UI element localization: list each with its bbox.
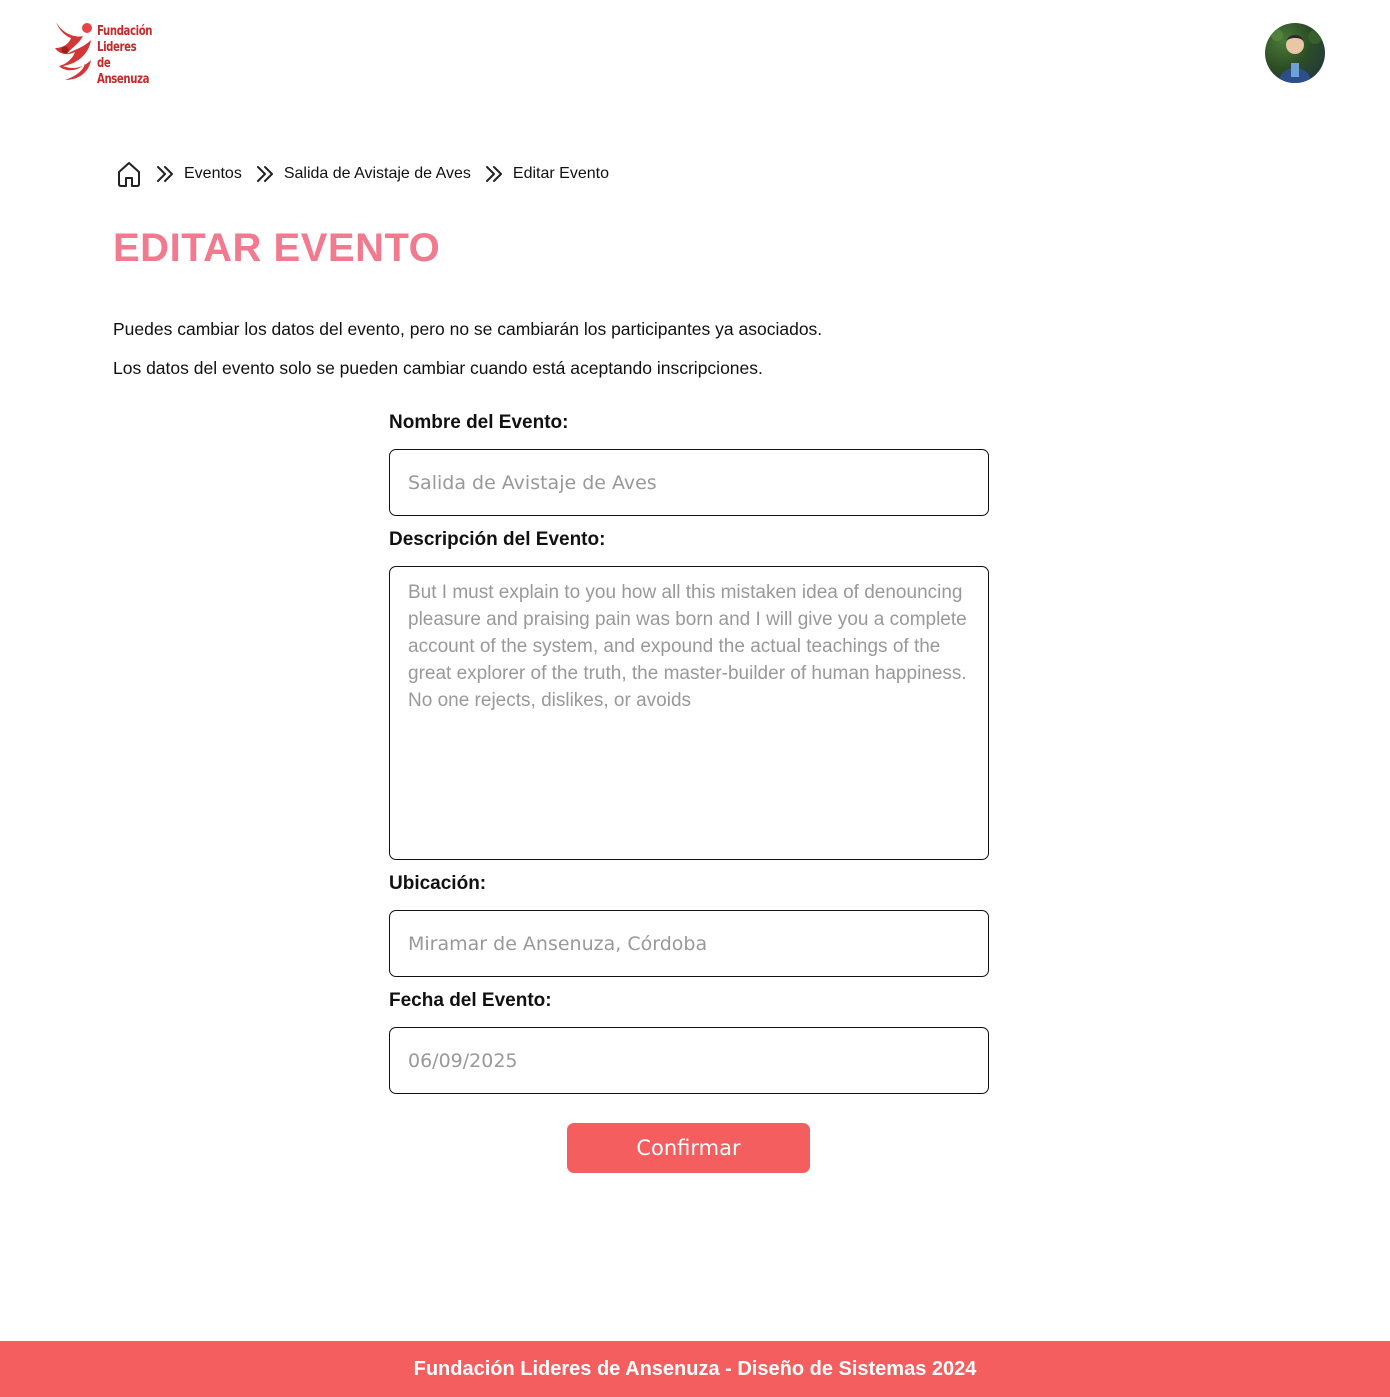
location-label: Ubicación: [389, 873, 487, 894]
avatar-image [1271, 29, 1322, 83]
event-name-input[interactable]: Salida de Avistaje de Aves [389, 449, 989, 516]
logo-line: Ansenuza [97, 72, 150, 87]
event-description-textarea[interactable]: But I must explain to you how all this m… [389, 566, 989, 860]
logo-line: Fundación [97, 24, 153, 39]
intro-text: Puedes cambiar los datos del evento, per… [113, 319, 823, 339]
chevrons-right-icon [154, 163, 176, 185]
breadcrumb-item-eventos[interactable]: Eventos [184, 165, 242, 183]
foundation-logo[interactable]: Fundación Lideres de Ansenuza [53, 20, 153, 87]
logo-line: Lideres de [97, 40, 137, 71]
foundation-logo-icon [55, 22, 92, 80]
home-icon[interactable] [116, 160, 142, 188]
breadcrumb-item-current: Editar Evento [512, 165, 609, 182]
event-name-label: Nombre del Evento: [389, 412, 569, 433]
page-title: EDITAR EVENTO [113, 226, 441, 270]
breadcrumb-item-event[interactable]: Salida de Avistaje de Aves [284, 165, 471, 183]
event-date-label: Fecha del Evento: [389, 990, 552, 1011]
chevrons-right-icon [483, 163, 505, 185]
footer-text: Fundación Lideres de Ansenuza - Diseño d… [413, 1357, 977, 1380]
logo-text: Fundación Lideres de Ansenuza [97, 24, 153, 88]
breadcrumb: Eventos Salida de Avistaje de Aves Edita… [116, 160, 609, 188]
intro-text: Los datos del evento solo se pueden camb… [113, 358, 763, 378]
event-description-label: Descripción del Evento: [389, 529, 606, 550]
location-input[interactable]: Miramar de Ansenuza, Córdoba [389, 910, 989, 977]
footer: Fundación Lideres de Ansenuza - Diseño d… [0, 1341, 1390, 1397]
user-avatar[interactable] [1265, 23, 1325, 83]
confirm-button[interactable]: Confirmar [567, 1123, 810, 1173]
chevrons-right-icon [254, 163, 276, 185]
event-date-input[interactable]: 06/09/2025 [389, 1027, 989, 1094]
